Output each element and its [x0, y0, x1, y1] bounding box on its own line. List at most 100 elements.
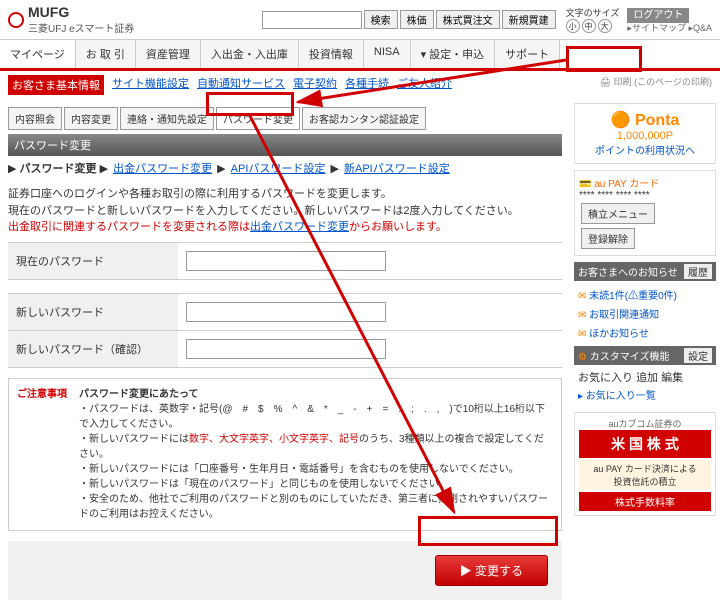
row-new-pw: 新しいパスワード [8, 293, 562, 330]
label-new-pw: 新しいパスワード [8, 294, 178, 330]
nav-nisa[interactable]: NISA [364, 40, 411, 68]
note-3: ・新しいパスワードには「口座番号・生年月日・電話番号」を含むものを使用しないでく… [79, 462, 553, 477]
note-4: ・新しいパスワードは「現在のパスワード」と同じものを使用しないでください。 [79, 477, 553, 492]
customize-settings-button[interactable]: 設定 [684, 348, 712, 363]
customize-header: ⚙ カスタマイズ機能 設定 [574, 346, 716, 365]
label-current-pw: 現在のパスワード [8, 243, 178, 279]
favorites: お気に入り 追加 編集 ▸ お気に入り一覧 [574, 365, 716, 408]
banner-fee: 株式手数料率 [579, 492, 711, 511]
desc-line1: 証券口座へのログインや各種お取引の際に利用するパスワードを変更します。 [8, 186, 562, 203]
nav-deposit[interactable]: 入出金・入出庫 [201, 40, 299, 68]
notes-title: ご注意事項 [17, 387, 67, 522]
tab-easyauth[interactable]: お客認カンタン認証設定 [302, 107, 426, 130]
desc-line2: 現在のパスワードと新しいパスワードを入力してください。新しいパスワードは2度入力… [8, 203, 562, 220]
aupay-label: au PAY カード [594, 179, 659, 190]
tab-contact[interactable]: 連絡・通知先設定 [120, 107, 214, 130]
sitemap-link[interactable]: サイトマップ [632, 23, 686, 33]
buy-order-button[interactable]: 株式買注文 [436, 10, 500, 29]
nav-info[interactable]: 投資情報 [299, 40, 364, 68]
subnav-auto-notify[interactable]: 自動通知サービス [197, 75, 285, 95]
notice-trade[interactable]: ✉ お取引関連通知 [578, 304, 712, 323]
subnav-site-settings[interactable]: サイト機能設定 [112, 75, 189, 95]
subnav-customer-info[interactable]: お客さま基本情報 [8, 75, 104, 95]
stock-price-button[interactable]: 株価 [400, 10, 434, 29]
submit-area: ▶ 変更する [8, 541, 562, 600]
subnav-procedures[interactable]: 各種手続 [345, 75, 389, 95]
font-size-control: 文字のサイズ 小 中 大 [566, 6, 620, 33]
aupay-card: 💳 au PAY カード **** **** **** **** 積立メニュー … [574, 170, 716, 256]
banner-top: auカブコム証券の [579, 417, 711, 430]
font-large-button[interactable]: 大 [598, 19, 612, 33]
main-content: 内容照会 内容変更 連絡・通知先設定 パスワード変更 お客認カンタン認証設定 パ… [0, 99, 570, 604]
notice-other[interactable]: ✉ ほかお知らせ [578, 323, 712, 342]
breadcrumb: ▶ パスワード変更 ▶ 出金パスワード変更 ▶ APIパスワード設定 ▶ 新AP… [8, 156, 562, 180]
ponta-logo: 🟠 Ponta [581, 110, 709, 130]
banner-main: 米 国 株 式 [579, 430, 711, 458]
input-confirm-pw[interactable] [186, 339, 386, 359]
banner-sub: au PAY カード決済による 投資信託の積立 [579, 460, 711, 490]
header-sublinks: ▸サイトマップ ▸Q&A [627, 21, 712, 34]
nav-mypage[interactable]: マイページ [0, 40, 76, 68]
qa-link[interactable]: Q&A [693, 23, 712, 33]
notes-heading: パスワード変更にあたって [79, 389, 199, 400]
fav-title: お気に入り [578, 372, 633, 384]
fav-edit-button[interactable]: 編集 [661, 372, 683, 384]
row-confirm-pw: 新しいパスワード（確認） [8, 330, 562, 368]
sidebar: 🟠 Ponta 1,000,000P ポイントの利用状況へ 💳 au PAY カ… [570, 99, 720, 604]
ponta-card: 🟠 Ponta 1,000,000P ポイントの利用状況へ [574, 103, 716, 164]
note-1: ・パスワードは、英数字・記号(@ # $ % ^ & * _ - + = : ;… [79, 402, 553, 432]
label-confirm-pw: 新しいパスワード（確認） [8, 331, 178, 367]
subnav-referral[interactable]: ご友人紹介 [397, 75, 452, 95]
description: 証券口座へのログインや各種お取引の際に利用するパスワードを変更します。 現在のパ… [8, 186, 562, 236]
font-medium-button[interactable]: 中 [582, 19, 596, 33]
search-button[interactable]: 検索 [364, 10, 398, 29]
withdraw-pw-link[interactable]: 出金パスワード変更 [250, 221, 349, 233]
notice-history-button[interactable]: 履歴 [684, 264, 712, 279]
us-stock-banner[interactable]: auカブコム証券の 米 国 株 式 au PAY カード決済による 投資信託の積… [574, 412, 716, 516]
search-input[interactable] [262, 11, 362, 29]
submit-button[interactable]: ▶ 変更する [435, 555, 548, 586]
notice-unread[interactable]: ✉ 未読1件(⚠重要0件) [578, 285, 712, 304]
subnav-econtract[interactable]: 電子契約 [293, 75, 337, 95]
nav-trade[interactable]: お 取 引 [76, 40, 136, 68]
brand-logo: MUFG 三菱UFJ eスマート証券 [8, 4, 134, 35]
notices-list: ✉ 未読1件(⚠重要0件) ✉ お取引関連通知 ✉ ほかお知らせ [574, 281, 716, 346]
section-title: パスワード変更 [8, 134, 562, 156]
notes-box: ご注意事項 パスワード変更にあたって ・パスワードは、英数字・記号(@ # $ … [8, 378, 562, 531]
fav-add-button[interactable]: 追加 [636, 372, 658, 384]
unregister-button[interactable]: 登録解除 [581, 228, 635, 249]
main-nav: マイページ お 取 引 資産管理 入出金・入出庫 投資情報 NISA ▾ 設定・… [0, 40, 720, 71]
brand-name: MUFG [28, 4, 134, 20]
brand-subtitle: 三菱UFJ eスマート証券 [28, 20, 134, 35]
breadcrumb-root: パスワード変更 [20, 163, 97, 175]
note-2: ・新しいパスワードには数字、大文字英字、小文字英字、記号のうち、3種類以上の複合… [79, 432, 553, 462]
bc-withdraw-pw[interactable]: 出金パスワード変更 [113, 163, 212, 175]
bc-newapi-pw[interactable]: 新APIパスワード設定 [344, 163, 450, 175]
ponta-usage-link[interactable]: ポイントの利用状況へ [595, 146, 695, 157]
header: MUFG 三菱UFJ eスマート証券 検索 株価 株式買注文 新規買建 文字のサ… [0, 0, 720, 40]
aupay-masked: **** **** **** **** [579, 190, 711, 201]
print-link[interactable]: 🖨 印刷 (このページの印刷) [600, 75, 712, 95]
notices-header: お客さまへのお知らせ 履歴 [574, 262, 716, 281]
tab-edit[interactable]: 内容変更 [64, 107, 118, 130]
font-small-button[interactable]: 小 [566, 19, 580, 33]
desc-line3: 出金取引に関連するパスワードを変更される際は出金パスワード変更からお願いします。 [8, 219, 562, 236]
nav-assets[interactable]: 資産管理 [136, 40, 201, 68]
nav-support[interactable]: サポート [495, 40, 560, 68]
row-current-pw: 現在のパスワード [8, 242, 562, 279]
settings-tabs: 内容照会 内容変更 連絡・通知先設定 パスワード変更 お客認カンタン認証設定 [8, 107, 562, 130]
input-new-pw[interactable] [186, 302, 386, 322]
fav-list-link[interactable]: ▸ お気に入り一覧 [578, 385, 712, 404]
ponta-points: 1,000,000P [581, 130, 709, 142]
sub-nav: お客さま基本情報 サイト機能設定 自動通知サービス 電子契約 各種手続 ご友人紹… [0, 71, 720, 99]
bc-api-pw[interactable]: APIパスワード設定 [231, 163, 326, 175]
mufg-circle-icon [8, 12, 24, 28]
font-size-label: 文字のサイズ [566, 6, 620, 19]
tab-view[interactable]: 内容照会 [8, 107, 62, 130]
new-position-button[interactable]: 新規買建 [502, 10, 556, 29]
nav-settings[interactable]: ▾ 設定・申込 [411, 40, 496, 68]
tab-password[interactable]: パスワード変更 [216, 107, 300, 130]
deposit-menu-button[interactable]: 積立メニュー [581, 203, 655, 224]
input-current-pw[interactable] [186, 251, 386, 271]
note-5: ・安全のため、他社でご利用のパスワードと別のものにしていただき、第三者に推測され… [79, 492, 553, 522]
